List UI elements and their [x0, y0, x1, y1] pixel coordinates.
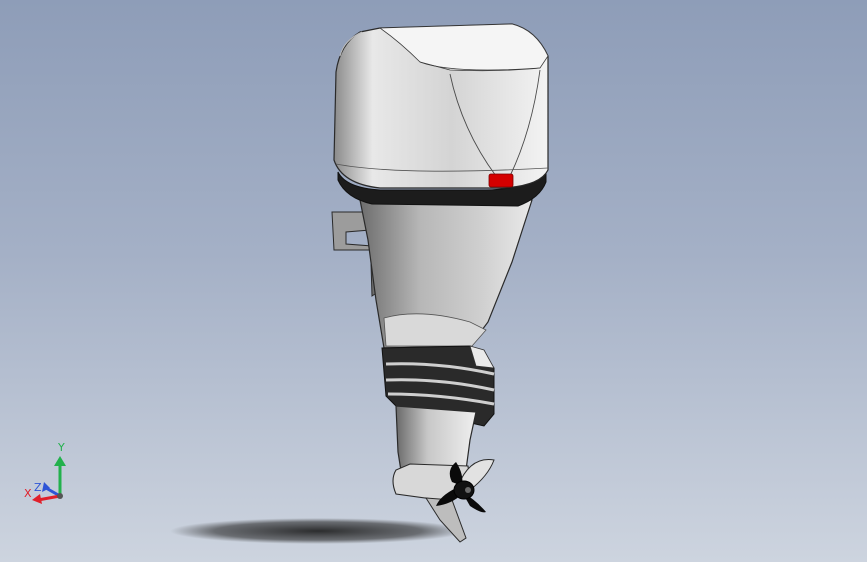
triad-y-label: Y [58, 441, 65, 454]
coordinate-triad: Y X Z [20, 438, 80, 508]
status-indicator [488, 173, 514, 188]
triad-x-label: X [24, 487, 32, 500]
outboard-motor-model[interactable] [0, 0, 867, 562]
triad-z-label: Z [34, 481, 42, 494]
ground-shadow [170, 518, 466, 544]
graphics-viewport[interactable]: Y X Z [0, 0, 867, 562]
